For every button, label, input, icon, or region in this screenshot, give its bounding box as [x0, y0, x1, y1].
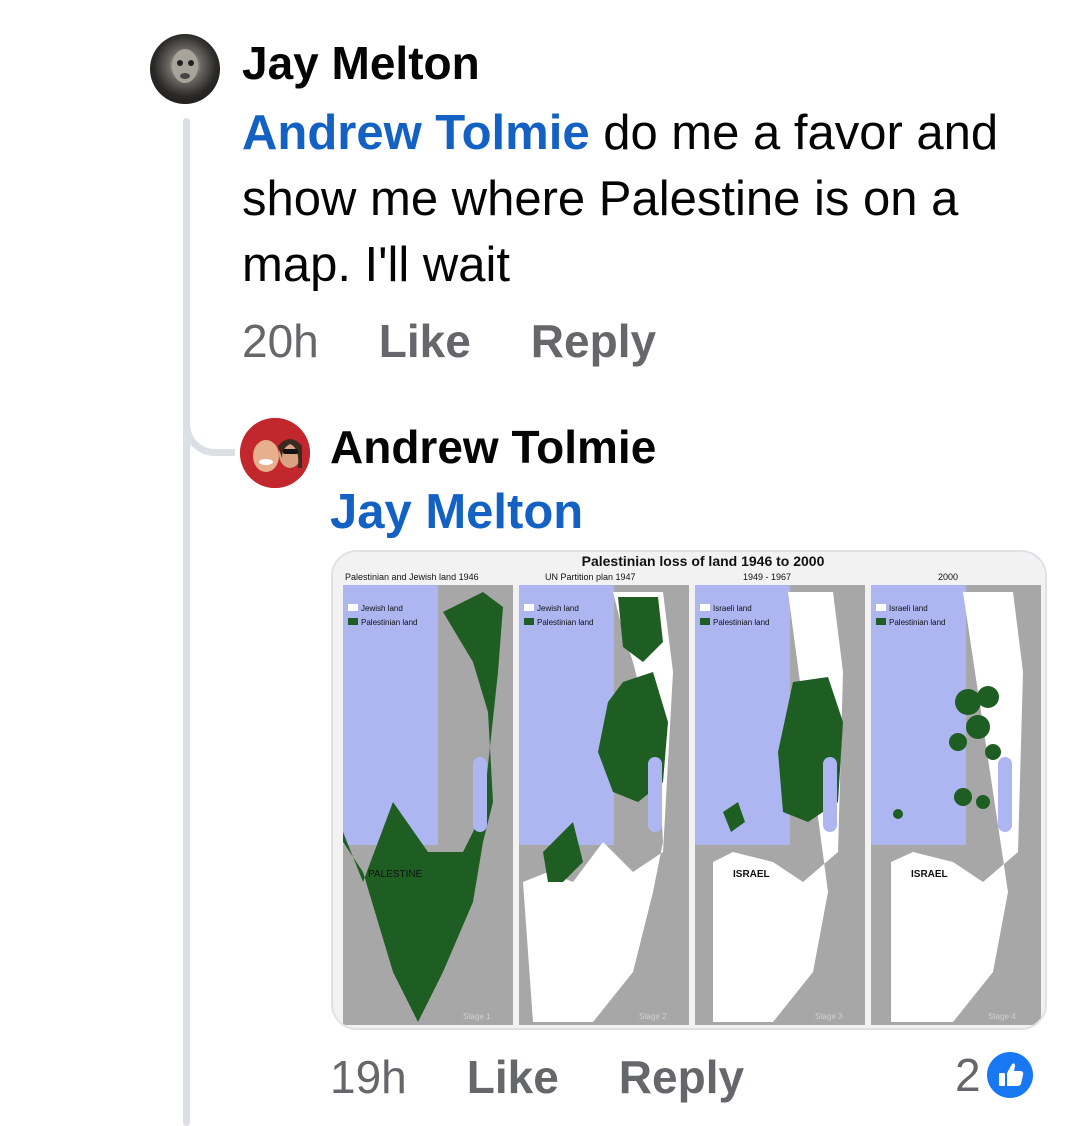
profile-photo	[240, 418, 310, 488]
legend-label: Israeli land	[889, 604, 928, 613]
panel-caption: 2000	[938, 572, 958, 582]
stage-label: Stage 4	[988, 1012, 1016, 1021]
profile-photo	[172, 49, 198, 83]
map-panel-3	[695, 585, 865, 1025]
legend-label: Palestinian land	[537, 618, 593, 627]
comment-timestamp[interactable]: 20h	[242, 315, 319, 367]
stage-label: Stage 3	[815, 1012, 843, 1021]
mention-link[interactable]: Jay Melton	[330, 484, 583, 540]
thread-connector	[183, 400, 235, 456]
legend-label: Israeli land	[713, 604, 752, 613]
like-button[interactable]: Like	[467, 1051, 559, 1103]
panel-caption: UN Partition plan 1947	[545, 572, 636, 582]
reaction-summary[interactable]: 2	[955, 1048, 1034, 1102]
legend-label: Palestinian land	[361, 618, 417, 627]
stage-label: Stage 2	[639, 1012, 667, 1021]
map-panel-1	[343, 585, 513, 1025]
panel-caption: Palestinian and Jewish land 1946	[345, 572, 479, 582]
legend-label: Jewish land	[537, 604, 579, 613]
comment-body: Andrew Tolmie do me a favor and show me …	[242, 100, 1042, 298]
comment-author[interactable]: Jay Melton	[242, 36, 480, 90]
thread-line	[183, 118, 190, 1126]
legend-label: Jewish land	[361, 604, 403, 613]
attached-map-image[interactable]: Palestinian loss of land 1946 to 2000 Pa…	[331, 550, 1047, 1030]
like-button[interactable]: Like	[379, 315, 471, 367]
map-region-label: PALESTINE	[368, 869, 423, 880]
panel-caption: 1949 - 1967	[743, 572, 791, 582]
reply-button[interactable]: Reply	[531, 315, 656, 367]
avatar-jay-melton[interactable]	[150, 34, 220, 104]
mention-link[interactable]: Andrew Tolmie	[242, 106, 590, 160]
like-icon	[987, 1052, 1034, 1098]
stage-label: Stage 1	[463, 1012, 491, 1021]
reply-timestamp[interactable]: 19h	[330, 1051, 407, 1103]
reply-actions: 19h Like Reply	[330, 1050, 744, 1104]
map-title: Palestinian loss of land 1946 to 2000	[582, 553, 825, 569]
avatar-andrew-tolmie[interactable]	[240, 418, 310, 488]
legend-label: Palestinian land	[713, 618, 769, 627]
map-panel-2	[519, 585, 689, 1025]
map-region-label: ISRAEL	[733, 869, 770, 880]
reply-button[interactable]: Reply	[619, 1051, 744, 1103]
reply-author[interactable]: Andrew Tolmie	[330, 420, 656, 474]
map-panel-4	[871, 585, 1041, 1025]
comment-actions: 20h Like Reply	[242, 314, 656, 368]
map-graphic: Palestinian loss of land 1946 to 2000 Pa…	[333, 552, 1045, 1028]
legend-label: Palestinian land	[889, 618, 945, 627]
map-region-label: ISRAEL	[911, 869, 948, 880]
reaction-count: 2	[955, 1049, 981, 1101]
